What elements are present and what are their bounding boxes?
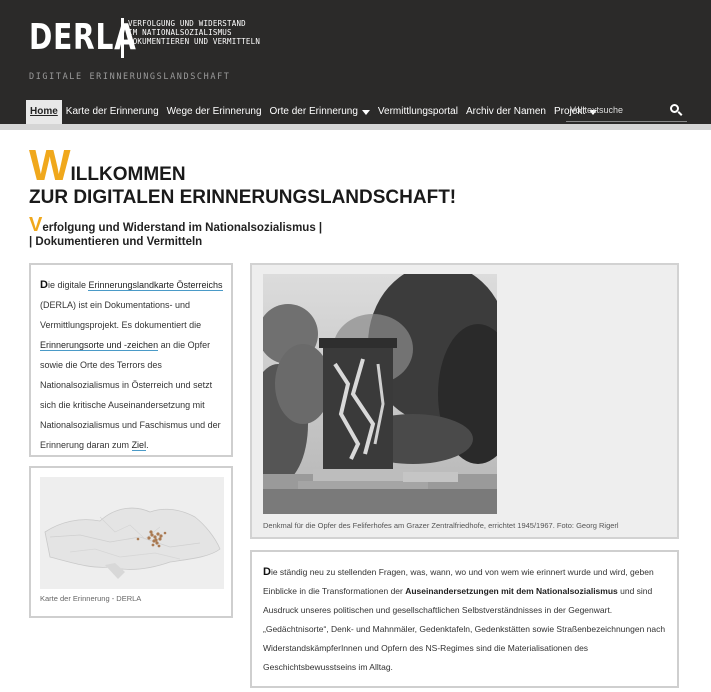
site-header: DERLA VERFOLGUNG UND WIDERSTAND IM NATIO… bbox=[0, 0, 711, 130]
map-caption: Karte der Erinnerung - DERLA bbox=[40, 594, 142, 603]
nav-label: Home bbox=[30, 106, 58, 117]
austria-map-image bbox=[40, 477, 224, 589]
link-erinnerungsorte[interactable]: Erinnerungsorte und -zeichen bbox=[40, 340, 159, 351]
search-icon[interactable] bbox=[670, 104, 679, 113]
map-box[interactable]: Karte der Erinnerung - DERLA bbox=[29, 466, 233, 618]
photo-caption: Denkmal für die Opfer des Feliferhofes a… bbox=[263, 521, 619, 530]
description-text: und sind Ausdruck unseres politischen un… bbox=[263, 586, 666, 672]
nav-item-home[interactable]: Home bbox=[26, 100, 62, 124]
intro-text: an die Opfer sowie die Orte des Terrors … bbox=[40, 340, 221, 450]
intro-text: ie digitale bbox=[47, 280, 89, 290]
subhead-line2: | Dokumentieren und Vermitteln bbox=[29, 236, 203, 248]
page-subheading: Verfolgung und Widerstand im Nationalsoz… bbox=[29, 215, 323, 249]
nav-label: Karte der Erinnerung bbox=[65, 106, 159, 117]
tagline-line: VERFOLGUNG UND WIDERSTAND bbox=[128, 19, 246, 28]
nav-label: Vermittlungsportal bbox=[377, 106, 458, 117]
dropcap: D bbox=[263, 566, 271, 578]
page-title: WILLKOMMEN bbox=[29, 144, 186, 188]
logo-divider bbox=[121, 18, 124, 58]
nav-label: Archiv der Namen bbox=[465, 106, 546, 117]
subhead-initial: V bbox=[29, 214, 43, 236]
logo-tagline: VERFOLGUNG UND WIDERSTAND IM NATIONALSOZ… bbox=[128, 19, 260, 46]
memorial-photo-image bbox=[263, 274, 497, 514]
nav-label: Orte der Erinnerung bbox=[269, 106, 358, 117]
tagline-line: IM NATIONALSOZIALISMUS bbox=[128, 28, 232, 37]
link-erinnerungslandkarte[interactable]: Erinnerungslandkarte Österreichs bbox=[88, 280, 223, 291]
description-bold: Auseinandersetzungen mit dem Nationalsoz… bbox=[405, 586, 618, 596]
title-initial: W bbox=[29, 141, 71, 190]
nav-item-vermittlungsportal[interactable]: Vermittlungsportal bbox=[374, 100, 462, 124]
main-nav: Home Karte der Erinnerung Wege der Erinn… bbox=[26, 100, 601, 124]
page-title-line2: ZUR DIGITALEN ERINNERUNGSLANDSCHAFT! bbox=[29, 187, 457, 208]
search-input[interactable] bbox=[566, 100, 666, 120]
title-rest: ILLKOMMEN bbox=[70, 164, 186, 185]
nav-item-orte[interactable]: Orte der Erinnerung bbox=[266, 100, 374, 124]
memorial-photo bbox=[263, 274, 497, 514]
link-ziel[interactable]: Ziel bbox=[131, 440, 147, 451]
nav-item-karte[interactable]: Karte der Erinnerung bbox=[62, 100, 163, 124]
dropcap: D bbox=[40, 279, 48, 291]
map-thumbnail[interactable] bbox=[40, 477, 224, 589]
description-box: Die ständig neu zu stellenden Fragen, wa… bbox=[250, 550, 679, 688]
chevron-down-icon bbox=[361, 109, 370, 115]
search-bar bbox=[566, 100, 687, 122]
site-subtitle: DIGITALE ERINNERUNGSLANDSCHAFT bbox=[29, 72, 231, 82]
photo-box: Denkmal für die Opfer des Feliferhofes a… bbox=[250, 263, 679, 539]
subhead-line1: erfolgung und Widerstand im Nationalsozi… bbox=[42, 222, 323, 234]
nav-item-wege[interactable]: Wege der Erinnerung bbox=[163, 100, 266, 124]
header-strip bbox=[0, 124, 711, 130]
tagline-line: DOKUMENTIEREN UND VERMITTELN bbox=[128, 37, 261, 46]
nav-label: Wege der Erinnerung bbox=[166, 106, 262, 117]
intro-text: (DERLA) ist ein Dokumentations- und Verm… bbox=[40, 300, 202, 330]
intro-text: . bbox=[146, 440, 149, 450]
nav-item-archiv[interactable]: Archiv der Namen bbox=[462, 100, 550, 124]
intro-box: Die digitale Erinnerungslandkarte Österr… bbox=[29, 263, 233, 457]
